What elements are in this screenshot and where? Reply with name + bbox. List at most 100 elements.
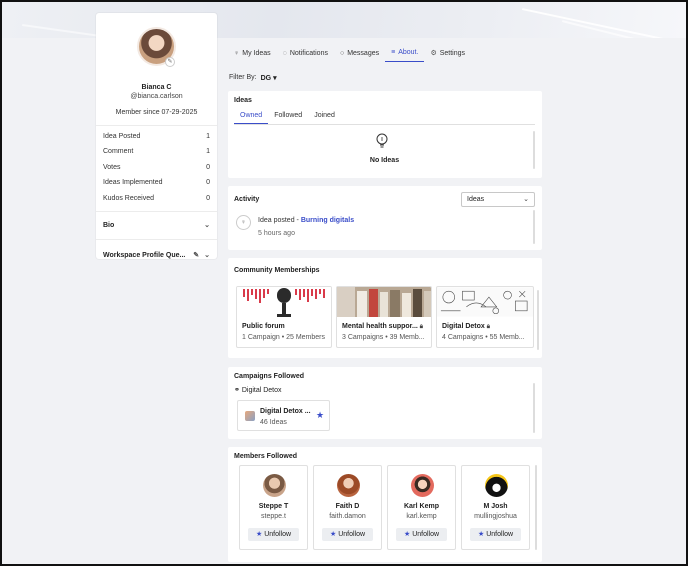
stat-label: Ideas Implemented — [103, 179, 163, 186]
member-card[interactable]: Faith D faith.damon ★ Unfollow — [313, 465, 382, 550]
workspace-label: Workspace Profile Que... — [103, 251, 186, 259]
workspace-profile-toggle[interactable]: Workspace Profile Que... ✎ ⌄ — [103, 251, 210, 260]
profile-handle: @bianca.carlson — [130, 93, 183, 100]
tab-label: Settings — [439, 49, 466, 57]
tab-settings[interactable]: ⚙ Settings — [424, 44, 471, 62]
lock-icon: 🔒︎ — [419, 324, 423, 330]
unfollow-button[interactable]: ★ Unfollow — [470, 528, 521, 541]
members-card: Members Followed Steppe T steppe.t ★ Unf… — [228, 447, 542, 562]
campaign-item[interactable]: Digital Detox ... 46 Ideas ★ — [237, 400, 330, 431]
activity-title: Activity — [234, 196, 260, 203]
unfollow-label: Unfollow — [486, 531, 514, 538]
member-handle: karl.kemp — [406, 513, 437, 520]
gear-icon: ⚙ — [430, 50, 437, 57]
tab-my-ideas[interactable]: ♀ My Ideas — [228, 44, 277, 62]
tab-notifications[interactable]: ◌ Notifications — [277, 44, 334, 62]
ideas-scrollbar[interactable] — [533, 131, 535, 169]
avatar — [263, 474, 286, 497]
stat-idea-posted: Idea Posted 1 — [103, 133, 210, 140]
lightbulb-icon — [376, 133, 388, 148]
campaign-group-label: Digital Detox — [241, 387, 282, 394]
campaign-thumbnail — [245, 411, 255, 421]
avatar — [337, 474, 360, 497]
edit-icon[interactable]: ✎ — [193, 251, 199, 259]
tab-label: My Ideas — [242, 49, 271, 57]
community-scrollbar[interactable] — [537, 290, 539, 350]
lock-icon: 🔒︎ — [486, 324, 490, 330]
campaigns-card: Campaigns Followed ⚭ Digital Detox Digit… — [228, 367, 542, 439]
member-card[interactable]: Karl Kemp karl.kemp ★ Unfollow — [387, 465, 456, 550]
stat-kudos-received: Kudos Received 0 — [103, 195, 210, 202]
activity-scrollbar[interactable] — [533, 210, 535, 244]
tab-label: Messages — [347, 49, 380, 57]
member-handle: faith.damon — [329, 513, 366, 520]
subtab-owned[interactable]: Owned — [234, 109, 269, 124]
chevron-down-icon: ⌄ — [523, 196, 529, 203]
community-item[interactable]: Digital Detox 🔒︎ 4 Campaigns • 55 Memb..… — [436, 286, 534, 348]
edit-avatar-icon[interactable]: ✎ — [165, 57, 175, 67]
star-icon: ★ — [403, 531, 411, 538]
community-title-label: Digital Detox — [442, 323, 485, 330]
stat-label: Idea Posted — [103, 133, 141, 140]
members-title: Members Followed — [234, 453, 298, 460]
ideas-title: Ideas — [234, 97, 252, 104]
bio-label: Bio — [103, 221, 115, 229]
member-card[interactable]: Steppe T steppe.t ★ Unfollow — [239, 465, 308, 550]
community-title-text: Public forum — [242, 323, 285, 330]
stat-value: 0 — [206, 164, 210, 171]
activity-card: Activity Ideas ⌄ ♀ Idea posted - Burning… — [228, 186, 542, 250]
profile-name: Bianca C — [141, 84, 172, 91]
tab-about[interactable]: ≡ About. — [385, 44, 425, 62]
community-card: Community Memberships Public forum 1 Cam… — [228, 258, 542, 358]
member-since: Member since 07-29-2025 — [115, 109, 198, 116]
community-title-text: Digital Detox 🔒︎ — [442, 323, 490, 331]
activity-type-select[interactable]: Ideas ⌄ — [461, 192, 535, 207]
mental-health-image — [337, 287, 431, 317]
lightbulb-icon: ♀ — [236, 215, 251, 230]
campaign-ideas-count: 46 Ideas — [260, 419, 287, 426]
tab-label: About. — [398, 49, 419, 56]
stat-label: Kudos Received — [103, 195, 154, 202]
campaigns-scrollbar[interactable] — [533, 383, 535, 433]
community-sub-text: 1 Campaign • 25 Members — [242, 334, 325, 341]
tab-messages[interactable]: ○ Messages — [334, 44, 385, 62]
member-handle: steppe.t — [261, 513, 286, 520]
filter-by: Filter By: DG ▾ — [229, 74, 277, 82]
community-item[interactable]: Public forum 1 Campaign • 25 Members — [236, 286, 332, 348]
campaign-title: Digital Detox ... — [260, 408, 311, 415]
tab-label: Notifications — [289, 49, 328, 57]
community-title: Community Memberships — [234, 267, 320, 274]
unfollow-button[interactable]: ★ Unfollow — [248, 528, 299, 541]
chat-icon: ○ — [339, 49, 345, 57]
star-icon: ★ — [329, 531, 337, 538]
member-name: Steppe T — [258, 503, 289, 510]
filter-label: Filter By: — [229, 74, 257, 81]
divider — [96, 239, 217, 240]
member-name: M Josh — [483, 503, 508, 510]
bio-section-toggle[interactable]: Bio ⌄ — [103, 221, 210, 230]
subtab-followed[interactable]: Followed — [268, 109, 308, 124]
unfollow-button[interactable]: ★ Unfollow — [322, 528, 373, 541]
stat-value: 1 — [206, 148, 210, 155]
stat-label: Comment — [103, 148, 134, 155]
star-icon: ★ — [477, 531, 485, 538]
stat-value: 1 — [206, 133, 210, 140]
star-icon[interactable]: ★ — [316, 410, 324, 421]
select-value: Ideas — [467, 196, 485, 203]
chevron-down-icon: ⌄ — [204, 222, 210, 229]
stat-ideas-implemented: Ideas Implemented 0 — [103, 179, 210, 186]
subtab-joined[interactable]: Joined — [308, 109, 341, 124]
member-card[interactable]: M Josh mullingjoshua ★ Unfollow — [461, 465, 530, 550]
unfollow-button[interactable]: ★ Unfollow — [396, 528, 447, 541]
members-scrollbar[interactable] — [535, 465, 537, 550]
chevron-down-icon: ⌄ — [204, 252, 210, 259]
community-sub-text: 3 Campaigns • 39 Memb... — [342, 334, 425, 341]
filter-dropdown[interactable]: DG ▾ — [261, 74, 277, 82]
activity-idea-link[interactable]: Burning digitals — [301, 217, 354, 224]
community-item[interactable]: Mental health suppor... 🔒︎ 3 Campaigns •… — [336, 286, 432, 348]
public-forum-image — [237, 287, 331, 317]
campaign-group-icon: ⚭ — [234, 387, 240, 394]
activity-prefix: Idea posted - — [258, 217, 301, 224]
no-ideas-text: No Ideas — [369, 157, 400, 164]
campaigns-title: Campaigns Followed — [234, 373, 305, 380]
